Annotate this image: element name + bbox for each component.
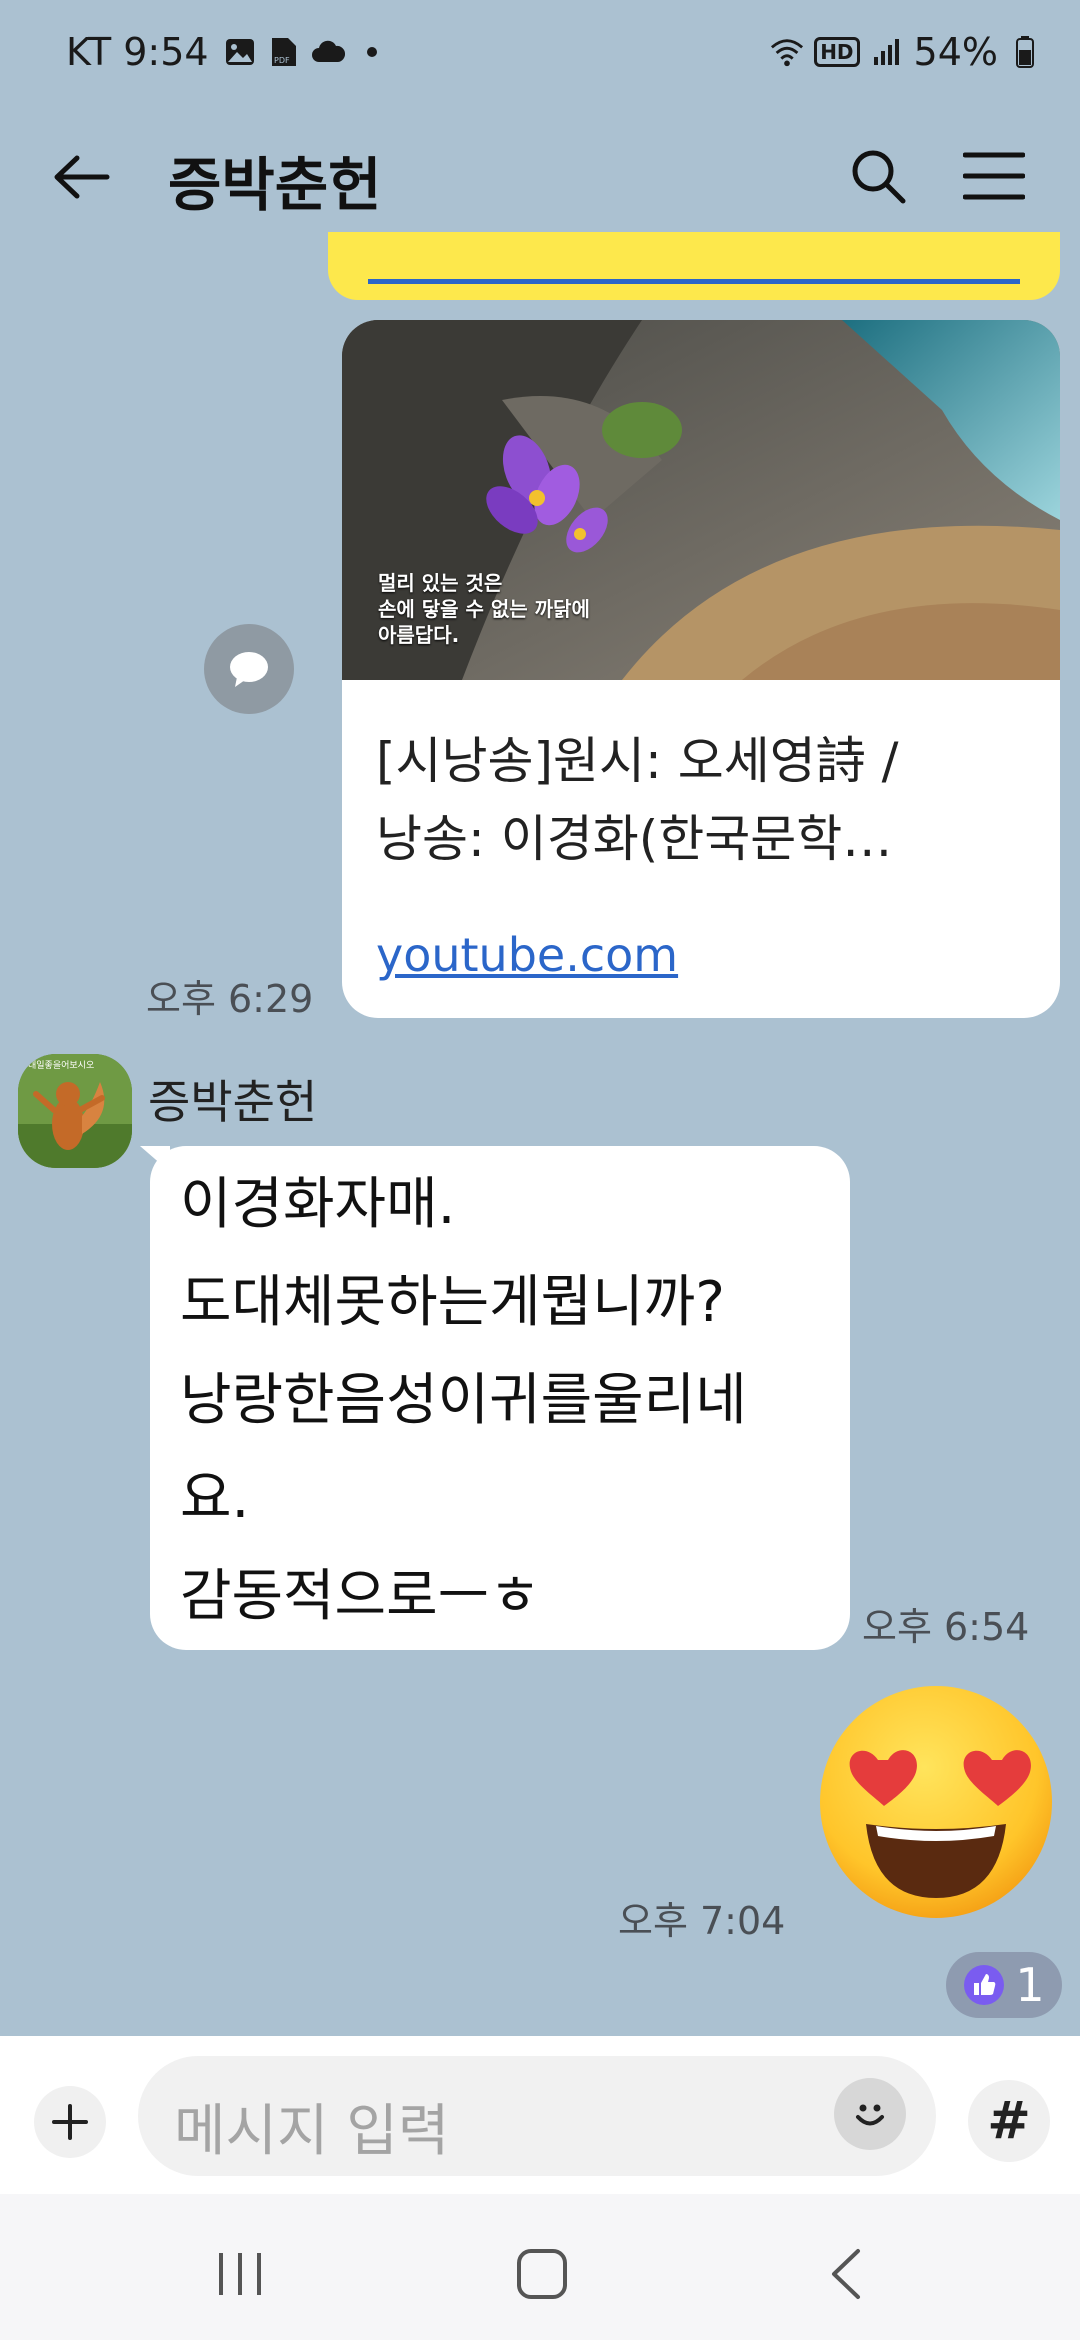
heart-eyes-emoji[interactable] [818, 1684, 1054, 1920]
plus-icon [52, 2104, 88, 2140]
dot-icon [355, 35, 389, 69]
incoming-message-text: 이경화자매. 도대체못하는게뭡니까? 낭랑한음성이귀를울리네 요. 감동적으로ㅡ… [180, 1172, 747, 1629]
message-input[interactable]: 메시지 입력 [138, 2056, 936, 2176]
hamburger-menu-icon [963, 152, 1025, 200]
emoji-button[interactable] [834, 2078, 906, 2150]
input-bar: 메시지 입력 # [0, 2036, 1080, 2194]
svg-text:내일좋을어보시오: 내일좋을어보시오 [28, 1060, 94, 1071]
back-button[interactable] [46, 142, 116, 212]
video-thumbnail[interactable]: 멀리 있는 것은 손에 닿을 수 없는 까닭에 아름답다. [342, 320, 1060, 680]
message-input-placeholder: 메시지 입력 [174, 2099, 450, 2164]
signal-icon [870, 35, 904, 69]
back-nav-button[interactable] [806, 2234, 886, 2314]
recents-button[interactable] [200, 2234, 280, 2314]
reaction-badge[interactable]: 1 [946, 1952, 1062, 2018]
status-right: HD 54% [770, 30, 1042, 74]
sender-name[interactable]: 증박춘헌 [148, 1066, 317, 1132]
status-left: KT 9:54 PDF [66, 30, 389, 74]
avatar[interactable]: 내일좋을어보시오 [18, 1054, 132, 1168]
hd-icon: HD [814, 37, 860, 67]
share-button[interactable] [204, 624, 294, 714]
back-icon [832, 2249, 860, 2299]
status-bar: KT 9:54 PDF HD 54% [0, 0, 1080, 116]
message-time: 오후 6:54 [862, 1605, 1030, 1649]
outgoing-bubble-partial[interactable] [328, 232, 1060, 300]
reaction-count: 1 [1015, 1958, 1045, 2012]
link-title-line-2: 낭송: 이경화(한국문학… [376, 810, 893, 868]
recents-icon [219, 2253, 261, 2295]
speech-bubble-icon [230, 652, 268, 687]
back-arrow-icon [54, 155, 110, 199]
svg-text:PDF: PDF [274, 56, 290, 65]
search-icon [852, 150, 906, 204]
hashtag-button[interactable]: # [968, 2080, 1050, 2162]
wifi-icon [770, 35, 804, 69]
menu-button[interactable] [956, 138, 1032, 214]
gallery-icon [223, 35, 257, 69]
message-time: 오후 6:29 [146, 977, 314, 1021]
message-time: 오후 7:04 [618, 1899, 786, 1943]
battery-icon [1008, 35, 1042, 69]
chat-title: 증박춘헌 [168, 151, 382, 219]
system-nav-bar [0, 2194, 1080, 2340]
chat-area[interactable]: 멀리 있는 것은 손에 닿을 수 없는 까닭에 아름답다. [시낭송]원시: 오… [0, 232, 1080, 2036]
link-preview-card[interactable]: 멀리 있는 것은 손에 닿을 수 없는 까닭에 아름답다. [시낭송]원시: 오… [342, 320, 1060, 1018]
carrier-time: KT 9:54 [66, 30, 209, 74]
search-button[interactable] [840, 138, 916, 214]
pdf-icon: PDF [267, 35, 301, 69]
attach-button[interactable] [34, 2086, 106, 2158]
link-underline [368, 271, 1020, 284]
link-title[interactable]: [시낭송]원시: 오세영詩 / 낭송: 이경화(한국문학… [376, 722, 1030, 878]
emoji-icon [856, 2104, 884, 2126]
thumbs-up-icon [964, 1965, 1005, 2005]
home-button[interactable] [502, 2234, 582, 2314]
home-icon [517, 2249, 567, 2299]
chat-header: 증박춘헌 [0, 116, 1080, 232]
link-title-line-1: [시낭송]원시: 오세영詩 / [376, 732, 899, 790]
thumbnail-caption: 멀리 있는 것은 손에 닿을 수 없는 까닭에 아름답다. [378, 571, 590, 647]
battery-percent: 54% [913, 30, 998, 74]
cloud-icon [311, 35, 345, 69]
link-domain[interactable]: youtube.com [376, 928, 678, 982]
